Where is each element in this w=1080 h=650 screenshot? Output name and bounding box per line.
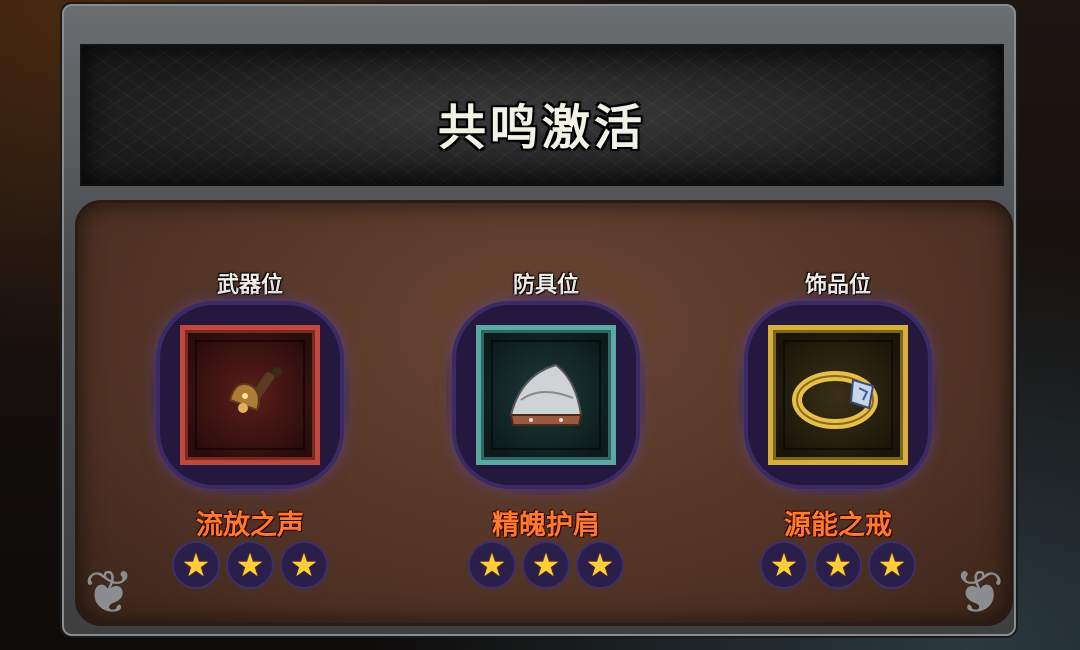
slot-emblem <box>446 295 646 495</box>
item-frame[interactable] <box>180 325 320 465</box>
star-icon: ★ <box>762 543 806 587</box>
star-icon: ★ <box>470 543 514 587</box>
star-rating: ★ ★ ★ <box>718 543 958 587</box>
dialog-body: ❦ ❦ 武器位 流放之声 ★ ★ ★ 防具位 精魄护肩 ★ ★ ★ 饰品位 源能… <box>75 200 1013 628</box>
star-icon: ★ <box>228 543 272 587</box>
star-icon: ★ <box>870 543 914 587</box>
star-icon: ★ <box>524 543 568 587</box>
corner-ornament-left-icon: ❦ <box>84 558 135 628</box>
star-rating: ★ ★ ★ <box>426 543 666 587</box>
star-icon: ★ <box>174 543 218 587</box>
bell-icon <box>228 367 282 413</box>
item-name: 源能之戒 <box>784 510 892 541</box>
slot-emblem <box>738 295 938 495</box>
dialog-title: 共鸣激活 <box>437 100 646 156</box>
item-frame[interactable] <box>476 325 616 465</box>
item-name: 精魄护肩 <box>492 510 600 541</box>
star-icon: ★ <box>282 543 326 587</box>
corner-ornament-right-icon: ❦ <box>953 558 1004 628</box>
item-name: 流放之声 <box>196 510 304 541</box>
star-rating: ★ ★ ★ <box>130 543 370 587</box>
pauldron-icon <box>509 363 583 426</box>
star-icon: ★ <box>816 543 860 587</box>
dialog-header: 共鸣激活 <box>80 44 1004 186</box>
item-frame[interactable] <box>768 325 908 465</box>
ring-icon <box>792 371 878 429</box>
slot-emblem <box>150 295 350 495</box>
star-icon: ★ <box>578 543 622 587</box>
